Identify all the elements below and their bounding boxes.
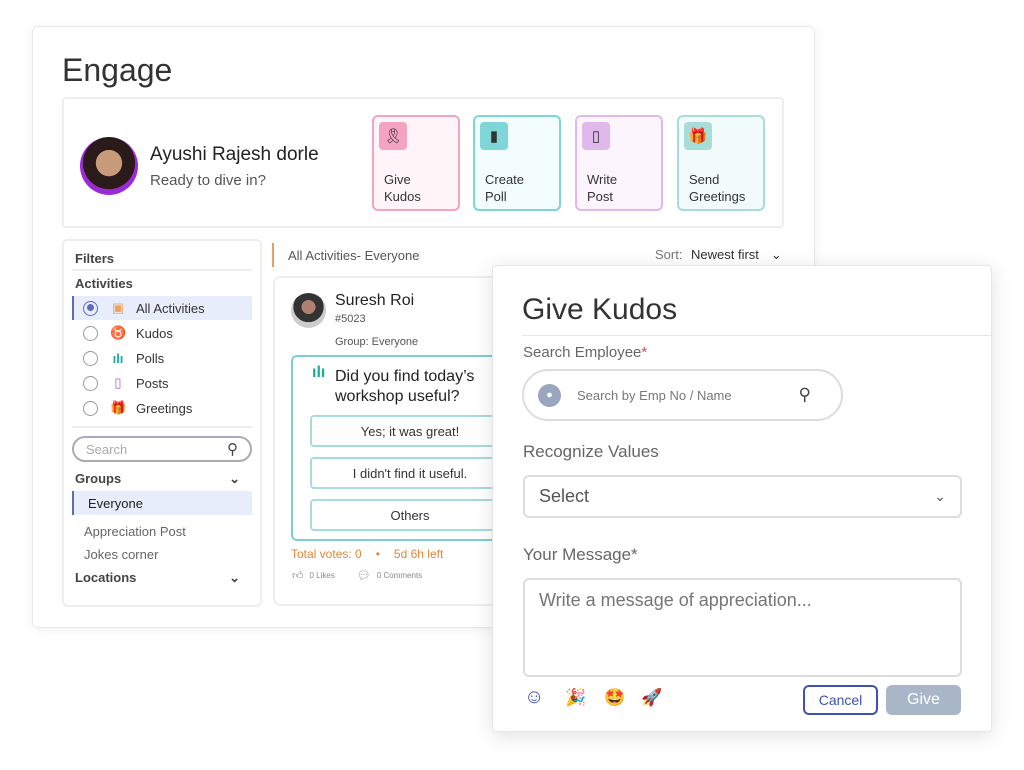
radio[interactable]: [83, 350, 98, 366]
poll-option[interactable]: Yes; it was great!: [310, 415, 510, 447]
feed-heading: All Activities- Everyone: [288, 248, 420, 263]
filter-search-input[interactable]: Search ⚲: [72, 436, 252, 462]
grid-icon: ▣: [111, 300, 125, 315]
groups-toggle[interactable]: Groups ⌄: [75, 471, 240, 487]
cancel-button[interactable]: Cancel: [803, 685, 878, 715]
avatar: [80, 137, 138, 195]
message-textarea[interactable]: [523, 578, 962, 677]
employee-search-input[interactable]: ● Search by Emp No / Name ⚲: [522, 369, 843, 421]
filter-all-activities[interactable]: ▣ All Activities: [72, 296, 252, 320]
filter-kudos[interactable]: ♉ Kudos: [72, 321, 252, 345]
chevron-down-icon: ⌄: [229, 471, 240, 486]
activities-label: Activities: [75, 276, 133, 291]
group-appreciation-post[interactable]: Appreciation Post: [84, 524, 186, 539]
recognize-values-label: Recognize Values: [523, 442, 659, 461]
radio[interactable]: [83, 300, 98, 316]
message-label: Your Message*: [523, 545, 638, 564]
group-jokes-corner[interactable]: Jokes corner: [84, 547, 158, 562]
author-avatar: [291, 293, 326, 328]
user-icon: ●: [538, 383, 561, 407]
send-greetings-button[interactable]: 🎁 Send Greetings: [677, 115, 765, 211]
modal-title: Give Kudos: [522, 293, 678, 326]
filters-title: Filters: [75, 251, 115, 266]
profile-name: Ayushi Rajesh dorle: [150, 144, 319, 165]
chevron-down-icon: ⌄: [229, 570, 240, 585]
give-kudos-button[interactable]: 🎗 Give Kudos: [372, 115, 460, 211]
gift-icon: 🎁: [684, 122, 712, 150]
locations-toggle[interactable]: Locations ⌄: [75, 570, 240, 586]
comment-icon[interactable]: 💬︎: [357, 569, 371, 582]
likes-count[interactable]: 0 Likes: [310, 571, 335, 580]
create-poll-button[interactable]: ▮ Create Poll: [473, 115, 561, 211]
group-everyone[interactable]: Everyone: [72, 491, 252, 515]
filter-posts[interactable]: ▯ Posts: [72, 371, 252, 395]
comments-count[interactable]: 0 Comments: [377, 571, 422, 580]
radio[interactable]: [83, 325, 98, 341]
like-icon[interactable]: 👍︎: [292, 569, 304, 582]
party-popper-emoji[interactable]: 🎉: [565, 688, 586, 708]
post-group: Group: Everyone: [335, 336, 419, 348]
add-emoji-icon[interactable]: ☺: [524, 686, 544, 709]
chevron-down-icon: ⌄: [770, 247, 782, 262]
rocket-emoji[interactable]: 🚀: [641, 688, 662, 708]
profile-subtitle: Ready to dive in?: [150, 172, 266, 189]
poll-status: Total votes: 0 • 5d 6h left: [291, 547, 444, 561]
chevron-down-icon: ⌄: [934, 488, 946, 504]
search-icon: ⚲: [227, 441, 238, 458]
search-employee-label: Search Employee*: [523, 344, 648, 361]
give-button[interactable]: Give: [886, 685, 961, 715]
poll-option[interactable]: Others: [310, 499, 510, 531]
values-select[interactable]: Select ⌄: [523, 475, 962, 518]
sort-label: Sort:: [655, 247, 683, 262]
poll-chart-icon: ılı: [112, 350, 124, 366]
radio[interactable]: [83, 375, 98, 391]
post-emp-no: #5023: [335, 313, 366, 325]
filter-greetings[interactable]: 🎁 Greetings: [72, 396, 252, 420]
document-icon: ▯: [114, 375, 122, 390]
post-author: Suresh Roi: [335, 292, 415, 309]
poll-chart-icon: ▮: [480, 122, 508, 150]
star-struck-emoji[interactable]: 🤩: [604, 688, 625, 708]
poll-option[interactable]: I didn't find it useful.: [310, 457, 510, 489]
sort-dropdown[interactable]: Newest first ⌄: [691, 247, 782, 263]
write-post-button[interactable]: ▯ Write Post: [575, 115, 663, 211]
document-icon: ▯: [582, 122, 610, 150]
ribbon-icon: ♉: [110, 325, 127, 340]
filter-polls[interactable]: ılı Polls: [72, 346, 252, 370]
gift-icon: 🎁: [110, 400, 127, 415]
poll-chart-icon: ılı: [312, 364, 326, 381]
poll-question: Did you find today’s workshop useful?: [335, 368, 475, 405]
radio[interactable]: [83, 400, 98, 416]
page-title: Engage: [62, 52, 173, 88]
search-icon[interactable]: ⚲: [799, 385, 811, 405]
ribbon-icon: 🎗: [379, 122, 407, 150]
